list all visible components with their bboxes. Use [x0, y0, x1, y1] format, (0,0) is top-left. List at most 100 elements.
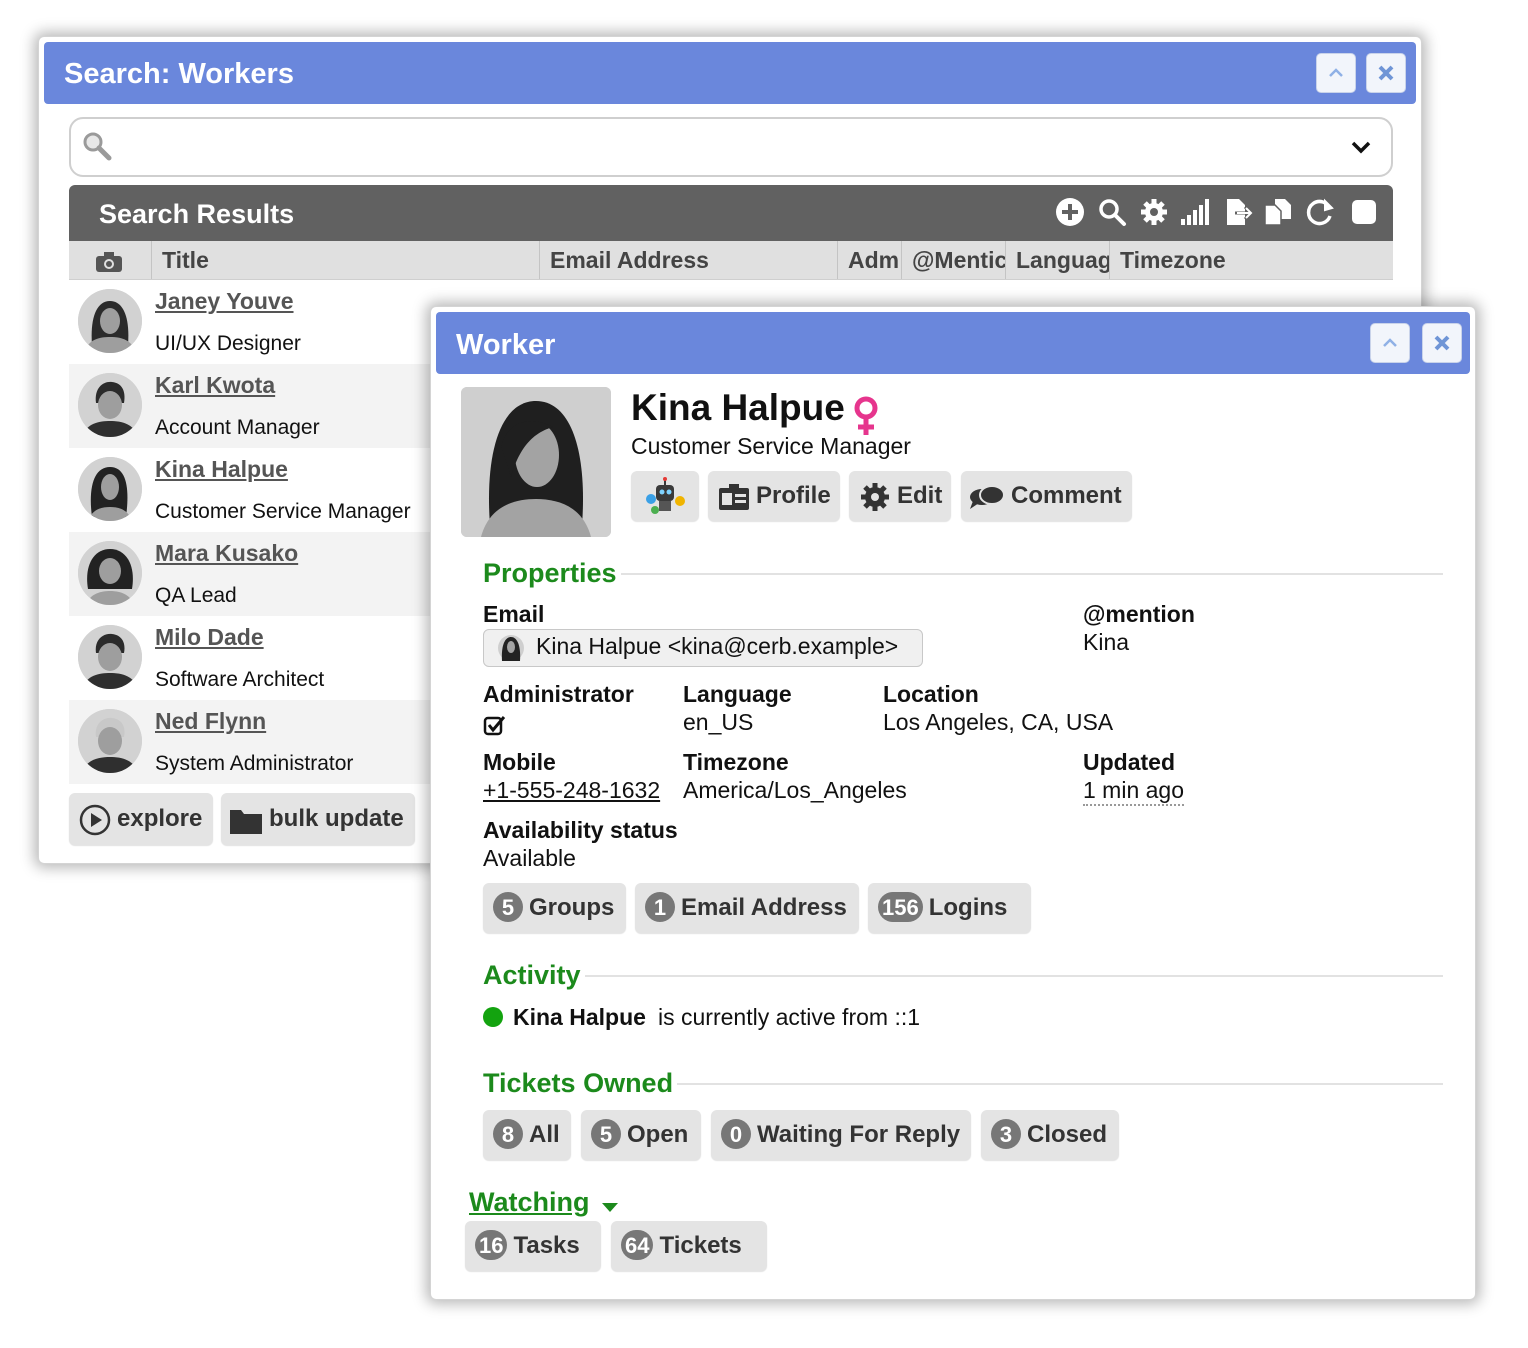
- count-badge: 5: [493, 891, 523, 922]
- explore-button[interactable]: explore: [69, 793, 213, 845]
- worker-name-link[interactable]: Ned Flynn: [155, 708, 266, 735]
- watching-tasks-button[interactable]: 16 Tasks: [465, 1221, 601, 1271]
- watching-tickets-label: Tickets: [659, 1232, 742, 1259]
- close-button[interactable]: [1366, 53, 1406, 93]
- worker-photo: [461, 387, 611, 537]
- search-window-title: Search: Workers: [64, 58, 294, 90]
- bulk-update-label: bulk update: [269, 805, 404, 832]
- tickets-open-label: Open: [627, 1121, 689, 1148]
- comment-icon: [970, 485, 1005, 509]
- search-input[interactable]: [69, 117, 1393, 177]
- search-text-field[interactable]: [125, 127, 1319, 165]
- tickets-closed-label: Closed: [1027, 1121, 1108, 1148]
- avatar: [78, 289, 142, 353]
- worker-name-link[interactable]: Mara Kusako: [155, 540, 298, 567]
- email-addresses-button[interactable]: 1 Email Address: [635, 883, 859, 933]
- count-badge: 64: [621, 1229, 654, 1260]
- watching-tickets-button[interactable]: 64 Tickets: [611, 1221, 767, 1271]
- add-icon[interactable]: [1055, 197, 1085, 227]
- tickets-owned-heading: Tickets Owned: [465, 1068, 678, 1099]
- worker-title: Software Architect: [155, 668, 325, 691]
- avatar: [78, 541, 142, 605]
- tickets-open-button[interactable]: 5 Open: [581, 1110, 701, 1160]
- worker-name-link[interactable]: Kina Halpue: [155, 456, 288, 483]
- column-email-address[interactable]: Email Address: [539, 241, 837, 279]
- worker-title: System Administrator: [155, 752, 354, 775]
- column-language[interactable]: Languag: [1005, 241, 1109, 279]
- chart-bars-icon[interactable]: [1179, 197, 1211, 227]
- count-badge: 156: [878, 891, 923, 922]
- bot-actions-button[interactable]: [631, 471, 699, 521]
- gear-icon[interactable]: [1139, 197, 1169, 227]
- email-label: Email: [483, 601, 545, 627]
- avatar: [78, 709, 142, 773]
- email-chip[interactable]: Kina Halpue <kina@cerb.example>: [483, 629, 923, 667]
- copy-icon[interactable]: [1263, 197, 1293, 227]
- column-mention[interactable]: @Mentic: [901, 241, 1005, 279]
- search-window-titlebar[interactable]: Search: Workers: [44, 42, 1416, 104]
- column-title[interactable]: Title: [151, 241, 539, 279]
- play-circle-icon: [79, 804, 111, 836]
- location-label: Location: [883, 681, 979, 707]
- worker-name-link[interactable]: Milo Dade: [155, 624, 264, 651]
- tickets-waiting-button[interactable]: 0 Waiting For Reply: [711, 1110, 971, 1160]
- collapse-button[interactable]: [1370, 323, 1410, 363]
- chevron-up-icon: [1383, 338, 1397, 347]
- worker-name: Kina Halpue: [631, 387, 845, 428]
- mention-value: Kina: [1083, 629, 1130, 655]
- worker-window-titlebar[interactable]: Worker: [436, 312, 1470, 374]
- count-badge: 5: [591, 1118, 621, 1149]
- search-results-title: Search Results: [99, 199, 295, 229]
- mobile-link[interactable]: +1-555-248-1632: [483, 777, 660, 804]
- close-button[interactable]: [1422, 323, 1462, 363]
- avatar: [78, 625, 142, 689]
- close-icon: [1378, 65, 1394, 81]
- comment-button[interactable]: Comment: [961, 471, 1132, 521]
- mobile-label: Mobile: [483, 749, 556, 775]
- email-value: Kina Halpue <kina@cerb.example>: [536, 633, 899, 659]
- tickets-closed-button[interactable]: 3 Closed: [981, 1110, 1119, 1160]
- activity-text: is currently active from ::1: [658, 1004, 921, 1030]
- id-card-icon: [719, 484, 749, 510]
- bulk-update-button[interactable]: bulk update: [221, 793, 415, 845]
- search-icon: [83, 132, 112, 161]
- column-timezone[interactable]: Timezone: [1109, 241, 1393, 279]
- comment-label: Comment: [1011, 482, 1122, 509]
- column-admin[interactable]: Adm: [837, 241, 901, 279]
- worker-job-title: Customer Service Manager: [631, 433, 911, 459]
- count-badge: 1: [645, 891, 675, 922]
- worker-title: Customer Service Manager: [155, 500, 411, 523]
- photo-column-header[interactable]: [69, 241, 151, 279]
- camera-icon: [96, 252, 122, 272]
- email-addresses-label: Email Address: [681, 894, 847, 921]
- logins-button[interactable]: 156 Logins: [868, 883, 1031, 933]
- select-all-checkbox[interactable]: [1351, 199, 1377, 225]
- activity-worker-name[interactable]: Kina Halpue: [513, 1004, 646, 1031]
- edit-button[interactable]: Edit: [849, 471, 951, 521]
- groups-button[interactable]: 5 Groups: [483, 883, 626, 933]
- worker-name-link[interactable]: Karl Kwota: [155, 372, 275, 399]
- availability-value: Available: [483, 845, 576, 871]
- chevron-down-icon[interactable]: [1349, 135, 1373, 159]
- language-value: en_US: [683, 709, 754, 735]
- count-badge: 3: [991, 1118, 1021, 1149]
- refresh-icon[interactable]: [1305, 197, 1335, 227]
- checkbox-checked-icon: [483, 716, 506, 736]
- worker-name-link[interactable]: Janey Youve: [155, 288, 294, 315]
- search-icon[interactable]: [1097, 197, 1127, 227]
- worker-title: UI/UX Designer: [155, 332, 301, 355]
- watching-tasks-label: Tasks: [513, 1232, 580, 1259]
- online-status-dot: [483, 1007, 503, 1027]
- profile-button[interactable]: Profile: [708, 471, 840, 521]
- tickets-all-button[interactable]: 8 All: [483, 1110, 571, 1160]
- collapse-button[interactable]: [1316, 53, 1356, 93]
- administrator-label: Administrator: [483, 681, 634, 707]
- updated-value[interactable]: 1 min ago: [1083, 777, 1185, 806]
- avatar: [78, 373, 142, 437]
- folder-icon: [230, 810, 262, 834]
- caret-down-icon[interactable]: [601, 1201, 619, 1213]
- export-icon[interactable]: [1223, 197, 1253, 227]
- worker-window-title: Worker: [456, 329, 556, 361]
- watching-menu[interactable]: Watching: [469, 1187, 590, 1218]
- chevron-up-icon: [1329, 68, 1343, 77]
